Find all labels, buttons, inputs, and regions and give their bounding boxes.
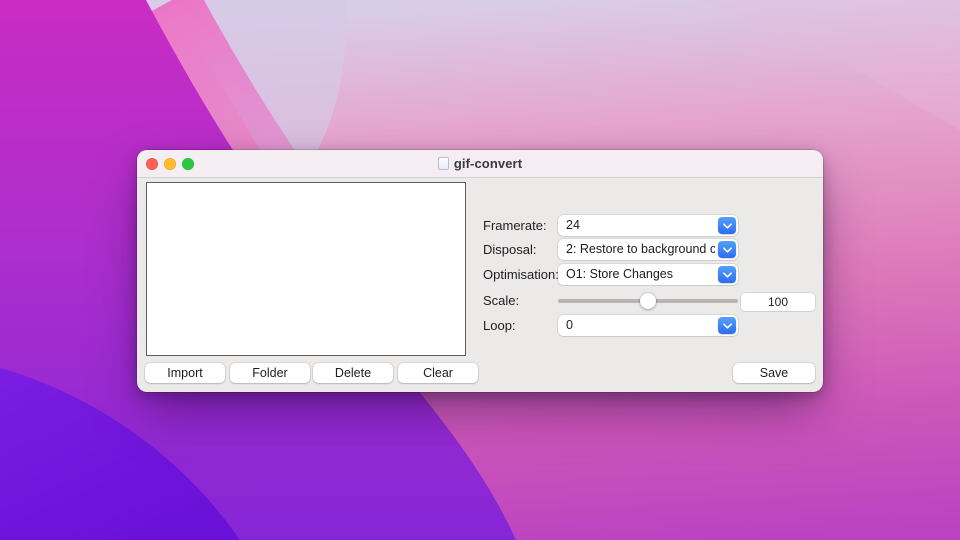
minimize-button[interactable] — [164, 158, 176, 170]
disposal-dropdown-button[interactable] — [718, 241, 736, 258]
optimisation-value: O1: Store Changes — [566, 264, 715, 285]
loop-value: 0 — [566, 315, 715, 336]
chevron-down-icon — [723, 323, 732, 329]
loop-dropdown-button[interactable] — [718, 317, 736, 334]
import-button[interactable]: Import — [145, 363, 225, 383]
desktop: gif-convert Import Folder Delete Clear F… — [0, 0, 960, 540]
scale-slider[interactable] — [558, 291, 738, 311]
disposal-value: 2: Restore to background color — [566, 239, 715, 260]
disposal-combobox[interactable]: 2: Restore to background color — [558, 239, 738, 260]
save-button[interactable]: Save — [733, 363, 815, 383]
optimisation-combobox[interactable]: O1: Store Changes — [558, 264, 738, 285]
window-title: gif-convert — [454, 156, 522, 171]
scale-label: Scale: — [483, 290, 519, 311]
framerate-label: Framerate: — [483, 215, 547, 236]
framerate-dropdown-button[interactable] — [718, 217, 736, 234]
zoom-button[interactable] — [182, 158, 194, 170]
optimisation-dropdown-button[interactable] — [718, 266, 736, 283]
framerate-combobox[interactable]: 24 — [558, 215, 738, 236]
chevron-down-icon — [723, 272, 732, 278]
disposal-label: Disposal: — [483, 239, 536, 260]
loop-combobox[interactable]: 0 — [558, 315, 738, 336]
traffic-lights — [146, 158, 194, 170]
close-button[interactable] — [146, 158, 158, 170]
chevron-down-icon — [723, 247, 732, 253]
scale-slider-thumb[interactable] — [640, 293, 656, 309]
framerate-value: 24 — [566, 215, 715, 236]
folder-button[interactable]: Folder — [230, 363, 310, 383]
loop-label: Loop: — [483, 315, 516, 336]
scale-value-field[interactable]: 100 — [741, 293, 815, 311]
window-body: Import Folder Delete Clear Framerate: 24… — [137, 178, 823, 392]
titlebar[interactable]: gif-convert — [137, 150, 823, 178]
optimisation-label: Optimisation: — [483, 264, 559, 285]
chevron-down-icon — [723, 223, 732, 229]
file-list[interactable] — [146, 182, 466, 356]
clear-button[interactable]: Clear — [398, 363, 478, 383]
delete-button[interactable]: Delete — [313, 363, 393, 383]
document-proxy-icon — [438, 157, 449, 170]
app-window: gif-convert Import Folder Delete Clear F… — [137, 150, 823, 392]
